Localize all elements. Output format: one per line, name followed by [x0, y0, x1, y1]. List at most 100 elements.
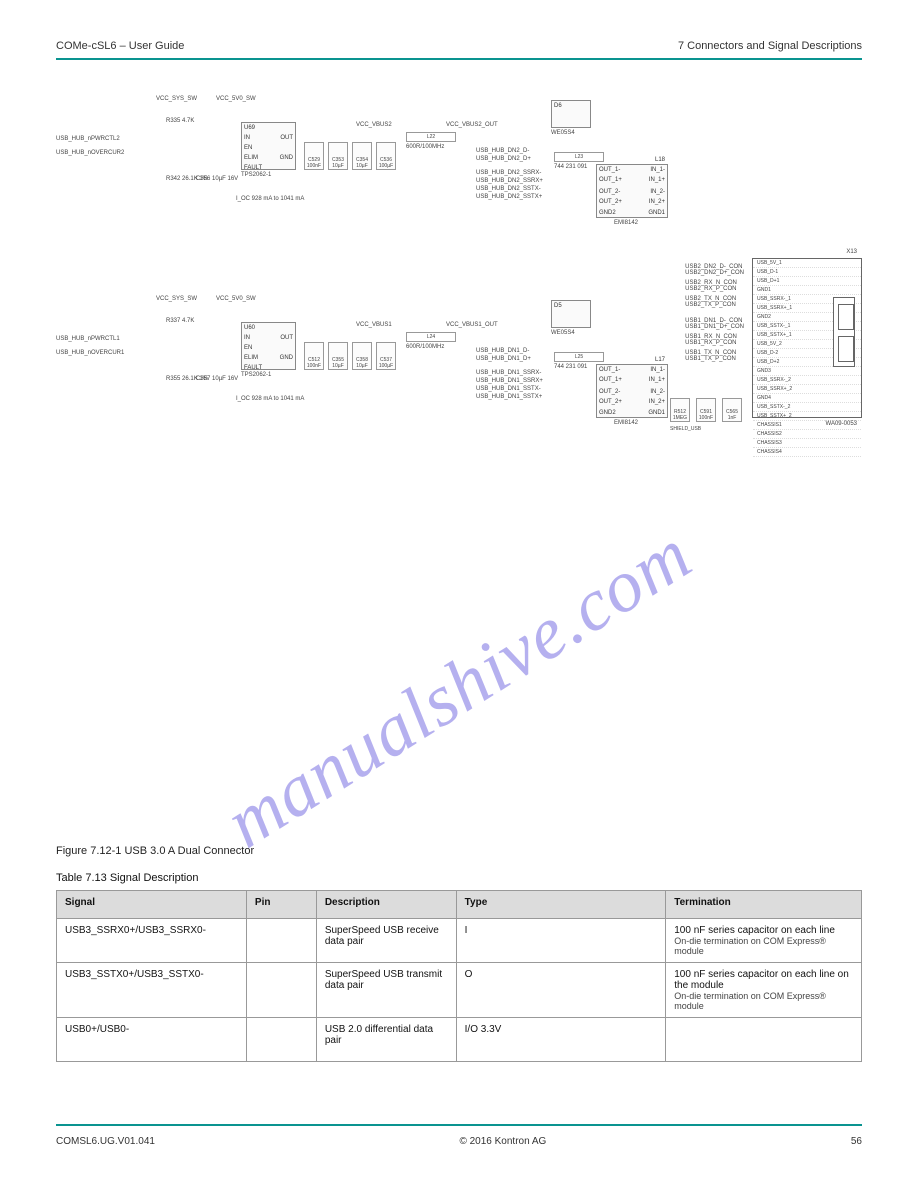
- c357: C357 10µF 16V: [196, 376, 238, 382]
- cell-pin: [246, 919, 316, 963]
- rail-vcc-5v0-1: VCC_5V0_SW: [216, 96, 256, 102]
- signal-description-table-wrapper: Table 7.13 Signal Description Signal Pin…: [56, 872, 862, 1062]
- net-vbus2: VCC_VBUS2: [356, 122, 392, 128]
- table-row: USB0+/USB0- USB 2.0 differential data pai…: [57, 1018, 862, 1062]
- watermark: manualshive.com: [211, 512, 706, 865]
- connector-pin: CHASSIS3: [753, 439, 861, 448]
- product-name: COMe-cSL6: [56, 40, 117, 52]
- l18-part: EMI8142: [614, 220, 638, 226]
- d6-part: WE05S4: [551, 130, 575, 136]
- cap-c536: C536100µF: [376, 142, 396, 170]
- net-dn2-dm: USB_HUB_DN2_D-: [476, 148, 529, 154]
- ferrite-l24: L24: [406, 332, 456, 342]
- connector-pin: USB_D-1: [753, 268, 861, 277]
- col-description: Description: [316, 891, 456, 919]
- l23-part: 744 231 091: [554, 164, 587, 170]
- page-header: COMe-cSL6 – User Guide 7 Connectors and …: [56, 40, 862, 52]
- cell-pin: [246, 963, 316, 1018]
- cell-type: I: [456, 919, 666, 963]
- header-right-section: 7 Connectors and Signal Descriptions: [678, 40, 862, 52]
- cap-c512: C512100nF: [304, 342, 324, 370]
- r335: R335 4.7K: [166, 118, 194, 124]
- footer-rule: [56, 1124, 862, 1126]
- l25-part: 744 231 091: [554, 364, 587, 370]
- output-caps-2: C512100nF C35510µF C35810µF C537100µF: [304, 342, 396, 370]
- cm-choke-l17: L17 OUT_1- IN_1- OUT_1+ IN_1+ OUT_2- IN_…: [596, 364, 668, 418]
- table-title: Table 7.13 Signal Description: [56, 872, 862, 884]
- ferrite-l25: L25: [554, 352, 604, 362]
- u60-ref: U60: [244, 325, 293, 331]
- net-vbus1-out: VCC_VBUS1_OUT: [446, 322, 498, 328]
- figure-caption: Figure 7.12-1 USB 3.0 A Dual Connector: [56, 845, 862, 857]
- usb-dual-connector-x13: X13 USB_5V_1USB_D-1USB_D+1GND1USB_SSRX-_…: [752, 258, 862, 418]
- x13-part: WA09-0053: [826, 421, 857, 427]
- output-caps-1: C529100nF C35310µF C35410µF C536100µF: [304, 142, 396, 170]
- x13-ref: X13: [846, 249, 857, 255]
- ioc-note-2: I_OC 928 mA to 1041 mA: [236, 396, 304, 402]
- connector-pin: USB_SSTX+_2: [753, 412, 861, 421]
- usb-port-shells-icon: [833, 297, 855, 367]
- net-dn1-sstxn: USB_HUB_DN1_SSTX-: [476, 386, 541, 392]
- u69-ref: U69: [244, 125, 293, 131]
- cell-termination: 100 nF series capacitor on each lineOn-d…: [666, 919, 862, 963]
- table-row: USB3_SSTX0+/USB3_SSTX0-SuperSpeed USB tr…: [57, 963, 862, 1018]
- connector-pin: USB_D+1: [753, 277, 861, 286]
- cap-c354: C35410µF: [352, 142, 372, 170]
- rail-vcc-sys-1: VCC_SYS_SW: [156, 96, 197, 102]
- signal-description-table: Signal Pin Description Type Termination …: [56, 890, 862, 1062]
- c565: C565 1nF: [722, 398, 742, 422]
- usb-channel-1: VCC_SYS_SW VCC_5V0_SW USB_HUB_nPWRCTL2 U…: [56, 98, 862, 278]
- net-dn2-ssrxp: USB_HUB_DN2_SSRX+: [476, 178, 543, 184]
- connector-pin: CHASSIS4: [753, 448, 861, 457]
- cap-c353: C35310µF: [328, 142, 348, 170]
- cell-signal: USB0+/USB0-: [57, 1018, 247, 1062]
- l24-part: 600R/100MHz: [406, 344, 444, 350]
- cm-choke-l18: L18 OUT_1- IN_1- OUT_1+ IN_1+ OUT_2- IN_…: [596, 164, 668, 218]
- cell-pin: [246, 1018, 316, 1062]
- net-dn2-sstxn: USB_HUB_DN2_SSTX-: [476, 186, 541, 192]
- u69-part: TPS2062-1: [241, 172, 271, 178]
- doc-type: User Guide: [129, 40, 185, 52]
- rail-vcc-5v0-2: VCC_5V0_SW: [216, 296, 256, 302]
- footer-page-number: 56: [851, 1136, 862, 1147]
- connector-pin: USB_5V_1: [753, 259, 861, 268]
- c591: C591 100nF: [696, 398, 716, 422]
- cell-signal: USB3_SSRX0+/USB3_SSRX0-: [57, 919, 247, 963]
- connector-pin: USB_SSRX+_2: [753, 385, 861, 394]
- l22-part: 600R/100MHz: [406, 144, 444, 150]
- net-dn1-ssrxp: USB_HUB_DN1_SSRX+: [476, 378, 543, 384]
- ferrite-l22: L22: [406, 132, 456, 142]
- c356: C356 10µF 16V: [196, 176, 238, 182]
- connector-pin: USB_SSTX-_2: [753, 403, 861, 412]
- l17-part: EMI8142: [614, 420, 638, 426]
- cell-type: I/O 3.3V: [456, 1018, 666, 1062]
- net-enable-2: USB_HUB_nPWRCTL1: [56, 336, 120, 342]
- cell-termination: [666, 1018, 862, 1062]
- footer-doc-code: COMSL6.UG.V01.041: [56, 1136, 155, 1147]
- col-signal: Signal: [57, 891, 247, 919]
- shield-rc-network: R512 1MEG C591 100nF C565 1nF SHIELD_USB: [670, 398, 742, 432]
- net-enable-1: USB_HUB_nPWRCTL2: [56, 136, 120, 142]
- connector-pin: USB_SSRX-_2: [753, 376, 861, 385]
- cap-c529: C529100nF: [304, 142, 324, 170]
- cap-c358: C35810µF: [352, 342, 372, 370]
- power-switch-u60: U60 IN OUT EN ELIM GND FAULT: [241, 322, 296, 370]
- cap-c537: C537100µF: [376, 342, 396, 370]
- header-rule: [56, 58, 862, 60]
- connector-pin: GND4: [753, 394, 861, 403]
- connector-pin: CHASSIS2: [753, 430, 861, 439]
- connector-nets: USB2_DN2_D-_CON USB2_DN2_D+_CON USB2_RX_…: [685, 264, 744, 362]
- table-header-row: Signal Pin Description Type Termination: [57, 891, 862, 919]
- net-fault-2: USB_HUB_nOVERCUR1: [56, 350, 124, 356]
- cell-description: USB 2.0 differential data pair: [316, 1018, 456, 1062]
- power-switch-u69: U69 IN OUT EN ELIM GND FAULT: [241, 122, 296, 170]
- schematic-diagram: VCC_SYS_SW VCC_5V0_SW USB_HUB_nPWRCTL2 U…: [56, 88, 862, 458]
- cell-description: SuperSpeed USB transmit data pair: [316, 963, 456, 1018]
- net-dn1-ssrxn: USB_HUB_DN1_SSRX-: [476, 370, 541, 376]
- net-vbus2-out: VCC_VBUS2_OUT: [446, 122, 498, 128]
- cell-termination: 100 nF series capacitor on each line on …: [666, 963, 862, 1018]
- tvs-d6: D6: [551, 100, 591, 128]
- r337: R337 4.7K: [166, 318, 194, 324]
- net-fault-1: USB_HUB_nOVERCUR2: [56, 150, 124, 156]
- net-dn2-sstxp: USB_HUB_DN2_SSTX+: [476, 194, 542, 200]
